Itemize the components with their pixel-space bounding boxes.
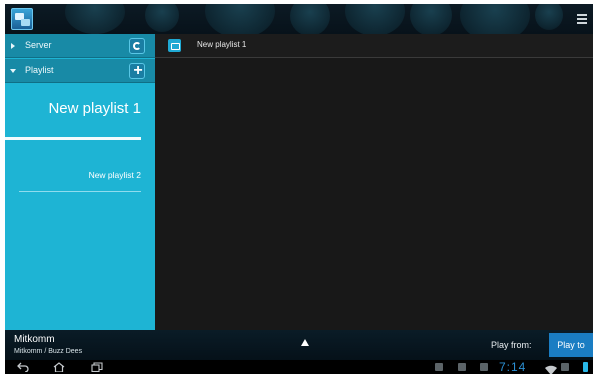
recent-apps-icon[interactable] [91,362,103,372]
background-bubble [205,4,275,34]
sidebar-item-label: Server [25,40,52,50]
background-bubble [410,4,452,34]
image-status-icon [480,363,488,371]
collapsed-arrow-icon [11,43,15,49]
play-from-label: Play from: [491,340,532,350]
play-to-button[interactable]: Play to [549,333,593,357]
expand-up-icon[interactable] [301,339,309,346]
sidebar-item-label: Playlist [25,65,54,75]
notification-status-icon [561,363,569,371]
refresh-button[interactable] [129,38,145,54]
action-bar [5,4,593,34]
system-navigation-bar: 7:14 [5,360,593,374]
document-status-icon [435,363,443,371]
home-icon[interactable] [53,362,65,372]
sidebar: Server Playlist + New playlist 1 New pla… [5,34,155,330]
selection-indicator [5,137,141,140]
app-screen: Server Playlist + New playlist 1 New pla… [5,4,593,374]
app-icon[interactable] [11,8,33,30]
content-header: New playlist 1 [155,34,593,58]
battery-icon [583,362,588,372]
background-bubble [345,4,405,34]
now-playing-bar: Mitkomm Mitkomm / Buzz Dees Play from: P… [5,330,593,360]
background-bubble [290,4,330,34]
sidebar-item-playlist[interactable]: Playlist + [5,59,155,83]
add-playlist-button[interactable]: + [129,62,145,79]
overflow-menu-icon[interactable] [577,14,587,24]
expanded-arrow-icon [10,69,16,73]
playlist-item[interactable]: New playlist 2 [19,170,141,180]
playlist-item-selected[interactable]: New playlist 1 [19,100,141,117]
divider [19,191,141,192]
wifi-icon [545,362,557,374]
add-icon: + [133,62,143,79]
refresh-icon [133,42,141,50]
content-list [155,59,593,330]
back-icon[interactable] [17,362,29,372]
download-status-icon [458,363,466,371]
sidebar-item-server[interactable]: Server [5,34,155,58]
content-title: New playlist 1 [197,40,247,49]
background-bubble [460,4,530,34]
playlist-folder-icon [168,39,181,52]
background-bubble [535,4,563,30]
clock: 7:14 [499,360,527,374]
now-playing-title: Mitkomm [14,334,55,345]
background-bubble [65,4,125,34]
background-bubble [145,4,179,32]
now-playing-subtitle: Mitkomm / Buzz Dees [14,348,83,355]
